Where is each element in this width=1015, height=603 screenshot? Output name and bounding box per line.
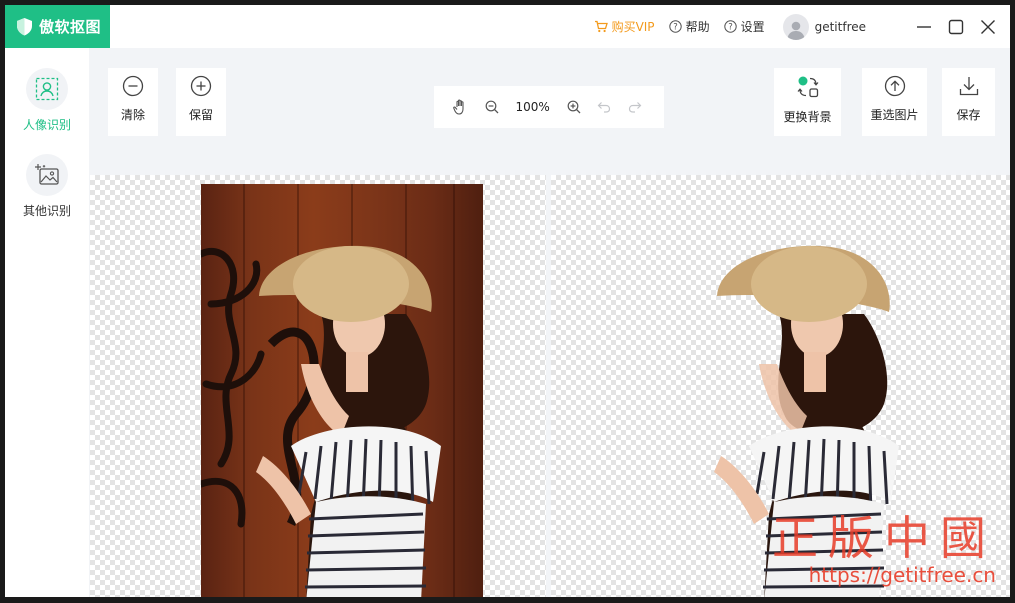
help-label: 帮助 bbox=[685, 20, 710, 34]
close-icon bbox=[981, 19, 995, 34]
question-circle-icon: ? bbox=[668, 20, 682, 33]
minimize-icon bbox=[917, 25, 931, 28]
reselect-image-button[interactable]: 重选图片 bbox=[862, 68, 927, 136]
zoom-in-icon[interactable] bbox=[567, 100, 581, 114]
image-sparkle-icon bbox=[35, 164, 59, 185]
watermark-title: 正版中國 bbox=[772, 511, 996, 565]
workspace: 清除 保留 100% 更换背景 重选图片 保存 正版中國 https://get… bbox=[89, 48, 1010, 597]
upload-circle-icon bbox=[884, 75, 905, 97]
hand-pan-icon[interactable] bbox=[453, 99, 468, 115]
minimize-button[interactable] bbox=[908, 5, 940, 48]
title-bar: 傲软抠图 购买VIP ? 帮助 ? 设置 getitfree bbox=[5, 5, 1010, 48]
avatar bbox=[782, 13, 809, 40]
save-button[interactable]: 保存 bbox=[942, 68, 995, 136]
buy-vip-label: 购买VIP bbox=[611, 20, 655, 34]
sidebar-item-portrait[interactable]: 人像识别 bbox=[5, 68, 89, 133]
reselect-image-label: 重选图片 bbox=[870, 108, 919, 122]
sidebar: 人像识别 其他识别 bbox=[5, 48, 89, 597]
watermark: 正版中國 https://getitfree.cn bbox=[772, 515, 996, 587]
sidebar-item-icon-bg bbox=[26, 68, 68, 110]
username: getitfree bbox=[814, 19, 866, 34]
buy-vip-button[interactable]: 购买VIP bbox=[594, 18, 655, 35]
plus-circle-icon bbox=[190, 75, 212, 97]
redo-icon[interactable] bbox=[628, 101, 642, 113]
zoom-toolbar: 100% bbox=[434, 86, 664, 128]
help-button[interactable]: ? 帮助 bbox=[668, 18, 710, 35]
close-button[interactable] bbox=[972, 5, 1004, 48]
sidebar-item-label: 人像识别 bbox=[22, 118, 71, 132]
watermark-url: https://getitfree.cn bbox=[808, 563, 996, 587]
minus-circle-icon bbox=[122, 75, 144, 97]
maximize-icon bbox=[948, 19, 964, 34]
clear-button[interactable]: 清除 bbox=[108, 68, 158, 136]
change-background-label: 更换背景 bbox=[783, 110, 832, 124]
change-background-button[interactable]: 更换背景 bbox=[774, 68, 841, 136]
portrait-illustration bbox=[201, 245, 441, 597]
original-image-canvas[interactable] bbox=[90, 175, 546, 597]
sidebar-item-other[interactable]: 其他识别 bbox=[5, 154, 89, 219]
svg-text:?: ? bbox=[673, 22, 678, 32]
user-icon bbox=[786, 21, 805, 40]
cart-icon bbox=[594, 20, 608, 33]
sidebar-item-label: 其他识别 bbox=[22, 204, 71, 218]
question-circle-icon: ? bbox=[723, 20, 737, 33]
save-label: 保存 bbox=[956, 108, 981, 122]
zoom-out-icon[interactable] bbox=[485, 100, 499, 114]
title-actions: 购买VIP ? 帮助 ? 设置 getitfree bbox=[594, 5, 1010, 48]
keep-label: 保留 bbox=[188, 108, 213, 122]
result-image-canvas[interactable]: 正版中國 https://getitfree.cn bbox=[551, 175, 1010, 597]
app-window: 傲软抠图 购买VIP ? 帮助 ? 设置 getitfree 人像识别 其他识别… bbox=[5, 5, 1010, 597]
zoom-level: 100% bbox=[515, 100, 550, 114]
brand: 傲软抠图 bbox=[5, 5, 110, 48]
download-icon bbox=[959, 77, 978, 96]
user-account[interactable]: getitfree bbox=[782, 13, 866, 40]
maximize-button[interactable] bbox=[940, 5, 972, 48]
portrait-scan-icon bbox=[35, 77, 59, 101]
app-name: 傲软抠图 bbox=[39, 18, 102, 36]
settings-label: 设置 bbox=[740, 20, 765, 34]
sidebar-item-icon-bg bbox=[26, 154, 68, 196]
undo-icon[interactable] bbox=[597, 101, 611, 113]
swap-background-icon bbox=[797, 76, 818, 98]
svg-text:?: ? bbox=[728, 22, 733, 32]
clear-label: 清除 bbox=[120, 108, 145, 122]
keep-button[interactable]: 保留 bbox=[176, 68, 226, 136]
settings-button[interactable]: ? 设置 bbox=[723, 18, 765, 35]
original-photo bbox=[201, 184, 483, 597]
app-logo-icon bbox=[17, 18, 32, 36]
